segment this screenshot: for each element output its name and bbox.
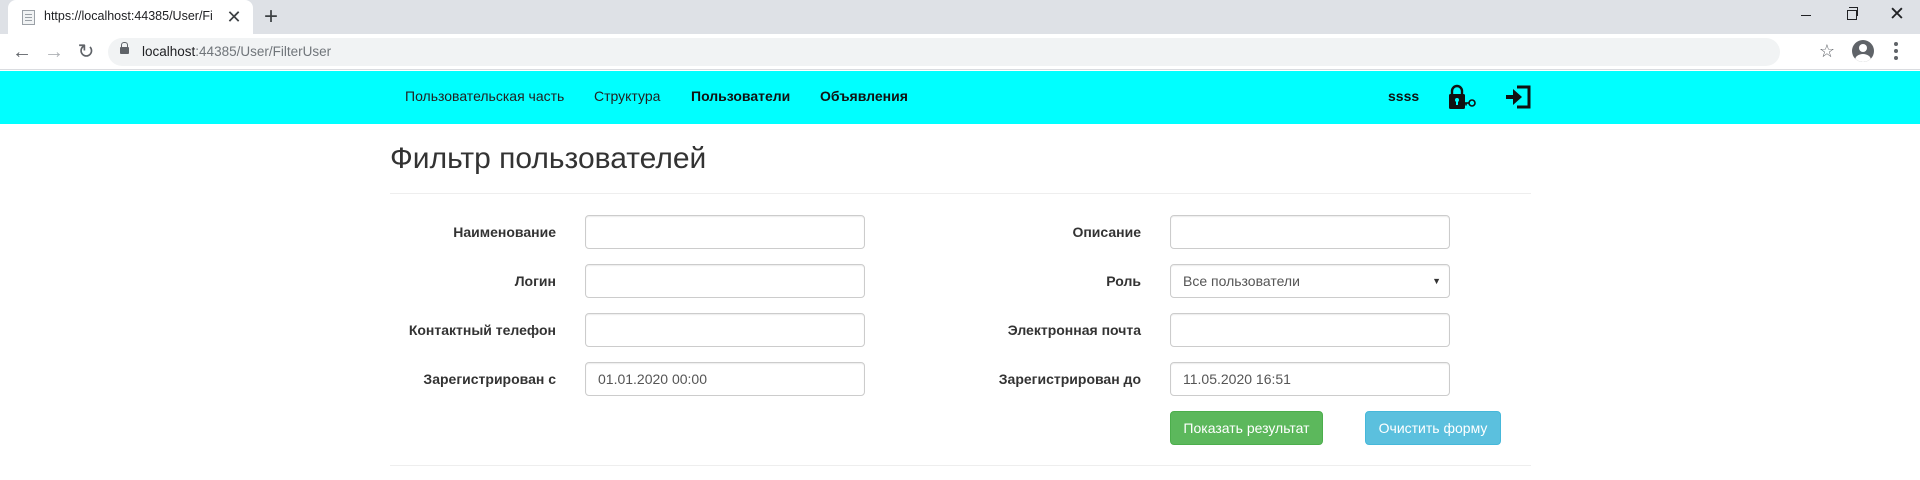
title-divider bbox=[390, 193, 1531, 194]
browser-tab[interactable]: https://localhost:44385/User/FilterUser … bbox=[8, 0, 253, 34]
restore-window-button[interactable] bbox=[1829, 0, 1875, 30]
browser-menu-icon[interactable] bbox=[1890, 40, 1900, 62]
new-tab-button[interactable]: + bbox=[258, 4, 284, 30]
browser-toolbar: ← → ↻ localhost:44385/User/FilterUser bbox=[0, 34, 1920, 70]
url-text[interactable]: localhost:44385/User/FilterUser bbox=[142, 44, 331, 59]
nav-item-ads[interactable]: Объявления bbox=[820, 88, 908, 104]
role-select-value: Все пользователи bbox=[1183, 273, 1300, 289]
registered-from-label: Зарегистрирован с bbox=[423, 371, 556, 387]
url-path: :44385/User/FilterUser bbox=[195, 44, 332, 59]
forward-arrow-icon[interactable]: → bbox=[40, 38, 68, 66]
name-input[interactable] bbox=[585, 215, 865, 249]
profile-avatar-icon[interactable] bbox=[1852, 40, 1874, 62]
name-label: Наименование bbox=[453, 224, 556, 240]
dropdown-caret-icon: ▼ bbox=[1432, 276, 1441, 286]
url-host: localhost bbox=[142, 44, 196, 59]
description-input[interactable] bbox=[1170, 215, 1450, 249]
page-favicon-icon bbox=[22, 10, 35, 25]
change-password-key-lock-icon[interactable] bbox=[1447, 84, 1477, 112]
address-bar[interactable]: localhost:44385/User/FilterUser bbox=[108, 38, 1780, 66]
logout-icon[interactable] bbox=[1504, 84, 1532, 110]
show-results-button[interactable]: Показать результат bbox=[1170, 411, 1323, 445]
minimize-window-button[interactable] bbox=[1783, 0, 1829, 30]
nav-item-structure[interactable]: Структура bbox=[594, 88, 660, 104]
close-window-button[interactable]: ✕ bbox=[1874, 0, 1920, 30]
browser-tabstrip: https://localhost:44385/User/FilterUser … bbox=[0, 0, 1920, 34]
bookmark-star-icon[interactable]: ☆ bbox=[1815, 39, 1839, 63]
app-navbar: Пользовательская часть Структура Пользов… bbox=[0, 71, 1920, 124]
current-user-name[interactable]: ssss bbox=[1388, 88, 1419, 104]
login-label: Логин bbox=[514, 273, 556, 289]
registered-to-label: Зарегистрирован до bbox=[998, 371, 1141, 387]
phone-input[interactable] bbox=[585, 313, 865, 347]
page-title: Фильтр пользователей bbox=[390, 142, 707, 175]
registered-to-input[interactable]: 11.05.2020 16:51 bbox=[1170, 362, 1450, 396]
nav-item-user-part[interactable]: Пользовательская часть bbox=[405, 88, 564, 104]
phone-label: Контактный телефон bbox=[408, 322, 556, 338]
description-label: Описание bbox=[1072, 224, 1141, 240]
login-input[interactable] bbox=[585, 264, 865, 298]
lock-icon[interactable] bbox=[120, 42, 129, 54]
reload-icon[interactable]: ↻ bbox=[72, 38, 100, 66]
role-select[interactable]: Все пользователи ▼ bbox=[1170, 264, 1450, 298]
form-footer-divider bbox=[390, 465, 1531, 466]
email-label: Электронная почта bbox=[1007, 322, 1141, 338]
tab-title: https://localhost:44385/User/FilterUser bbox=[44, 9, 212, 23]
close-tab-icon[interactable]: ✕ bbox=[224, 7, 244, 27]
role-label: Роль bbox=[1106, 273, 1141, 289]
email-input[interactable] bbox=[1170, 313, 1450, 347]
registered-from-input[interactable]: 01.01.2020 00:00 bbox=[585, 362, 865, 396]
back-arrow-icon[interactable]: ← bbox=[8, 38, 36, 66]
clear-form-button[interactable]: Очистить форму bbox=[1365, 411, 1501, 445]
nav-item-users[interactable]: Пользователи bbox=[691, 88, 790, 104]
